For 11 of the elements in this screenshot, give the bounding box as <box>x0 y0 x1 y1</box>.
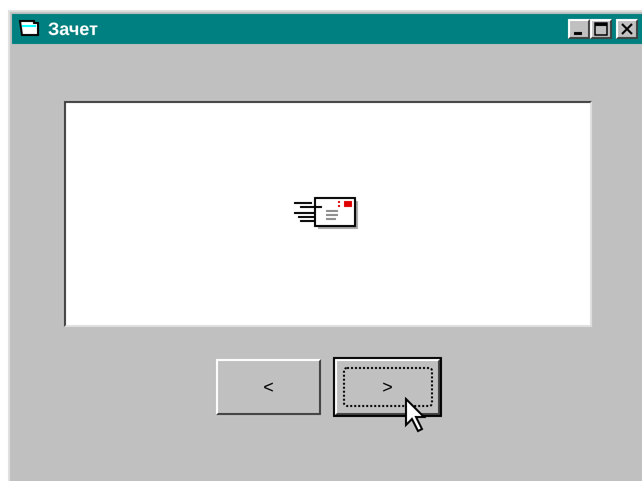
nav-button[interactable]: > <box>335 359 440 415</box>
mouse-pointer-icon <box>404 397 428 433</box>
maximize-icon <box>594 22 608 36</box>
minimize-icon <box>574 32 582 34</box>
close-button[interactable] <box>616 19 638 39</box>
minimize-button[interactable] <box>568 19 590 39</box>
maximize-button[interactable] <box>590 19 612 39</box>
close-icon <box>620 22 634 36</box>
folder-icon <box>18 19 40 39</box>
window-title: Зачет <box>48 18 98 40</box>
nav-button[interactable]: < <box>216 359 321 415</box>
